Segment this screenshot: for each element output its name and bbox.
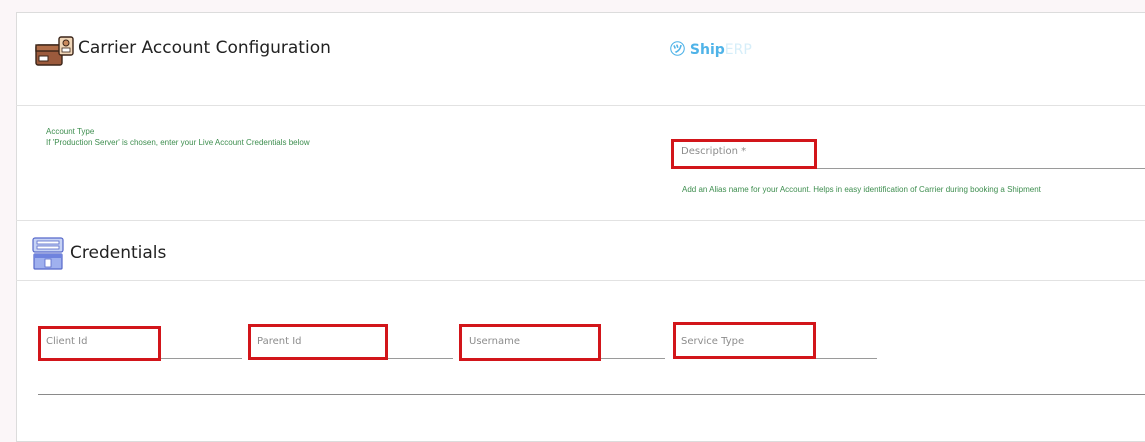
carrier-box-icon	[35, 36, 74, 66]
account-type-label: Account Type	[46, 127, 95, 136]
client-id-highlight	[38, 326, 161, 361]
credentials-icon	[32, 237, 64, 270]
description-highlight	[671, 139, 817, 169]
page-title: Carrier Account Configuration	[78, 38, 331, 58]
service-type-highlight	[673, 322, 816, 359]
smile-icon: ㋡	[670, 40, 686, 58]
shiperp-logo: ㋡ ShipERP	[670, 40, 752, 58]
parent-id-highlight	[248, 324, 388, 360]
credentials-bottom-line	[38, 394, 1145, 395]
carrier-config-card	[16, 12, 1145, 442]
account-type-help: If 'Production Server' is chosen, enter …	[46, 138, 310, 147]
divider	[16, 105, 1145, 106]
description-help: Add an Alias name for your Account. Help…	[682, 185, 1041, 194]
credentials-title: Credentials	[70, 243, 167, 263]
username-highlight	[459, 324, 601, 361]
divider	[16, 280, 1145, 281]
divider	[16, 220, 1145, 221]
